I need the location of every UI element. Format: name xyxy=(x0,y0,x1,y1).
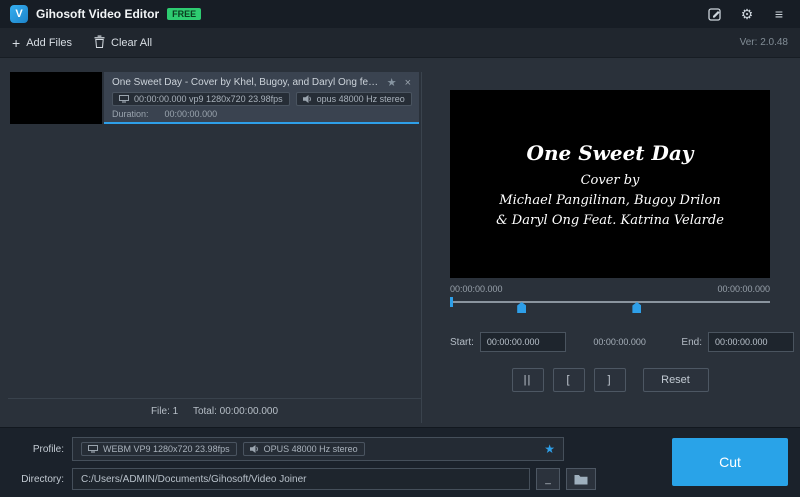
end-label: End: xyxy=(681,337,702,348)
app-logo-icon: V xyxy=(10,5,28,23)
video-preview[interactable]: One Sweet Day Cover by Michael Pangilina… xyxy=(450,90,770,278)
license-badge: FREE xyxy=(167,8,201,20)
playback-controls: || [ ] Reset xyxy=(450,368,770,392)
file-list-panel: One Sweet Day - Cover by Khel, Bugoy, an… xyxy=(8,72,422,423)
elapsed-time: 00:00:00.000 xyxy=(450,284,503,294)
profile-favorite-star-icon[interactable]: ★ xyxy=(544,442,555,456)
reset-button[interactable]: Reset xyxy=(643,368,709,392)
trim-start-handle[interactable] xyxy=(517,302,526,313)
trash-icon xyxy=(94,35,111,51)
start-label: Start: xyxy=(450,337,474,348)
video-codec-text: 00:00:00.000 vp9 1280x720 23.98fps xyxy=(134,94,283,104)
speaker-icon xyxy=(250,445,259,453)
set-end-bracket-button[interactable]: ] xyxy=(594,368,626,392)
trim-slider xyxy=(450,294,770,312)
browse-button[interactable]: _ xyxy=(536,468,560,490)
audio-codec-text: opus 48000 Hz stereo xyxy=(317,94,405,104)
trim-end-handle[interactable] xyxy=(632,302,641,313)
file-list-summary: File: 1 Total: 00:00:00.000 xyxy=(8,398,421,423)
file-name: One Sweet Day - Cover by Khel, Bugoy, an… xyxy=(112,77,379,88)
toolbar: + Add Files Clear All Ver: 2.0.48 xyxy=(0,28,800,58)
total-time: 00:00:00.000 xyxy=(717,284,770,294)
audio-codec-badge: opus 48000 Hz stereo xyxy=(296,92,412,106)
profile-audio-badge: OPUS 48000 Hz stereo xyxy=(243,442,365,456)
trim-time-row: Start: 00:00:00.000 End: xyxy=(450,332,794,352)
menu-icon[interactable]: ≡ xyxy=(768,4,790,24)
profile-video-text: WEBM VP9 1280x720 23.98fps xyxy=(103,444,230,454)
version-text: Ver: 2.0.48 xyxy=(740,37,788,48)
preview-overlay-line-1: One Sweet Day xyxy=(527,141,694,165)
speaker-icon xyxy=(303,95,312,103)
add-files-label: Add Files xyxy=(26,37,72,49)
feedback-edit-icon[interactable] xyxy=(704,4,726,24)
file-info-card[interactable]: One Sweet Day - Cover by Khel, Bugoy, an… xyxy=(104,72,419,124)
preview-panel: One Sweet Day Cover by Michael Pangilina… xyxy=(422,72,792,423)
titlebar: V Gihosoft Video Editor FREE ⚙ ≡ xyxy=(0,0,800,28)
video-thumbnail[interactable] xyxy=(10,72,102,124)
remove-file-icon[interactable]: × xyxy=(405,77,411,89)
output-bar: Profile: WEBM VP9 1280x720 23.98fps OPUS… xyxy=(0,427,800,497)
video-icon xyxy=(119,95,129,103)
slider-track[interactable] xyxy=(450,301,770,303)
summary-file-count: File: 1 xyxy=(151,406,178,417)
logo-letter: V xyxy=(15,8,22,20)
app-title: Gihosoft Video Editor xyxy=(36,7,159,21)
timeline-time-row: 00:00:00.000 00:00:00.000 xyxy=(450,284,770,294)
directory-input[interactable] xyxy=(72,468,530,490)
duration-value: 00:00:00.000 xyxy=(165,109,218,119)
open-folder-button[interactable] xyxy=(566,468,596,490)
current-time-value: 00:00:00.000 xyxy=(566,337,674,347)
profile-field[interactable]: WEBM VP9 1280x720 23.98fps OPUS 48000 Hz… xyxy=(72,437,564,461)
plus-icon: + xyxy=(12,36,20,50)
profile-video-badge: WEBM VP9 1280x720 23.98fps xyxy=(81,442,237,456)
preview-overlay-line-3: Michael Pangilinan, Bugoy Drilon xyxy=(499,193,720,208)
video-icon xyxy=(88,445,98,453)
settings-gear-icon[interactable]: ⚙ xyxy=(736,4,758,24)
preview-overlay-line-4: & Daryl Ong Feat. Katrina Velarde xyxy=(496,213,724,228)
cut-button[interactable]: Cut xyxy=(672,438,788,486)
preview-overlay-line-2: Cover by xyxy=(581,173,640,188)
directory-label: Directory: xyxy=(12,474,64,485)
summary-total-duration: Total: 00:00:00.000 xyxy=(193,406,278,417)
add-files-button[interactable]: + Add Files xyxy=(12,36,72,50)
file-title-row: One Sweet Day - Cover by Khel, Bugoy, an… xyxy=(112,76,411,89)
main-area: One Sweet Day - Cover by Khel, Bugoy, an… xyxy=(0,58,800,427)
file-duration-row: Duration: 00:00:00.000 xyxy=(112,109,411,119)
file-list-item[interactable]: One Sweet Day - Cover by Khel, Bugoy, an… xyxy=(10,72,419,124)
duration-label: Duration: xyxy=(112,109,149,119)
set-start-bracket-button[interactable]: [ xyxy=(553,368,585,392)
clear-all-button[interactable]: Clear All xyxy=(94,35,152,51)
clear-all-label: Clear All xyxy=(111,37,152,49)
end-time-input[interactable] xyxy=(708,332,794,352)
app-window: V Gihosoft Video Editor FREE ⚙ ≡ + Add F… xyxy=(0,0,800,497)
file-codec-row: 00:00:00.000 vp9 1280x720 23.98fps opus … xyxy=(112,92,411,106)
favorite-star-icon[interactable]: ★ xyxy=(387,76,397,89)
pause-button[interactable]: || xyxy=(512,368,544,392)
profile-label: Profile: xyxy=(12,444,64,455)
folder-icon xyxy=(574,474,588,485)
start-time-input[interactable] xyxy=(480,332,566,352)
profile-audio-text: OPUS 48000 Hz stereo xyxy=(264,444,358,454)
video-codec-badge: 00:00:00.000 vp9 1280x720 23.98fps xyxy=(112,92,290,106)
playhead-marker[interactable] xyxy=(450,297,453,307)
